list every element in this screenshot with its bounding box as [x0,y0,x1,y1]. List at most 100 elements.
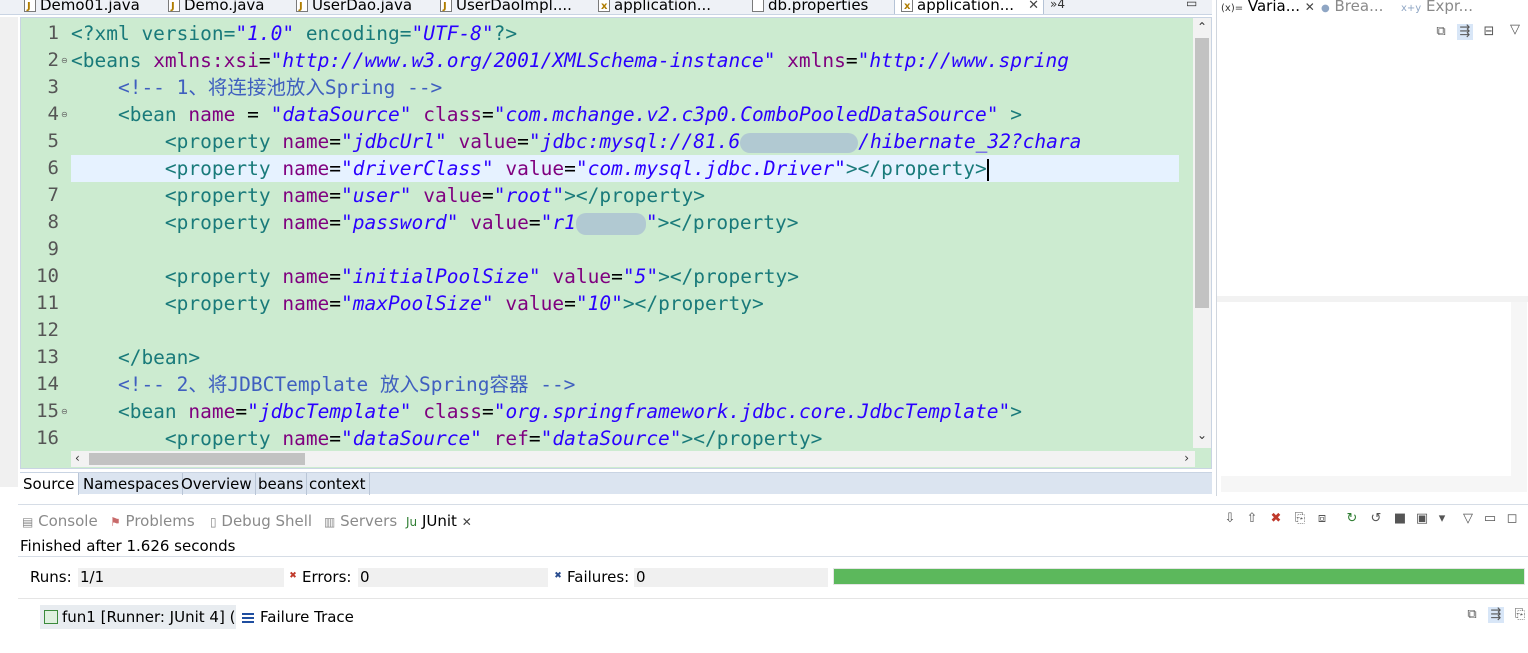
junit-counters: Runs: 1/1 ✖ Errors: 0 ✖ Failures: 0 [18,565,1528,589]
line-number: 6 [47,157,59,179]
code-area[interactable]: <?xml version="1.0" encoding="UTF-8"?> <… [71,18,1179,454]
rerun-failed-first-icon[interactable]: ↺ [1368,511,1384,527]
maximize-icon[interactable]: ◻ [1504,511,1520,527]
tab-db-properties[interactable]: db.properties [746,0,886,14]
code-line-15: <bean name="jdbcTemplate" class="org.spr… [71,400,1023,423]
runs-label: Runs: [30,568,72,586]
filter-stack-trace-icon[interactable]: ⇶ [1488,607,1504,623]
close-tab-icon[interactable]: ✕ [1028,0,1039,14]
code-line-3: <!-- 1、将连接池放入Spring --> [71,76,443,99]
editor-horizontal-scrollbar[interactable]: ‹ › [71,451,1195,467]
xml-file-icon: x [901,0,913,12]
tab-label: db.properties [768,0,869,14]
scroll-left-icon[interactable]: ‹ [75,451,80,465]
fold-toggle-icon[interactable]: ⊖ [61,110,68,119]
tab-console[interactable]: ▤ Console [22,511,98,531]
line-number: 16 [36,427,59,449]
code-line-4: <bean name = "dataSource" class="com.mch… [71,103,1023,126]
variables-panel: (x)= Varia... ✕ ● Brea... x+y Expr... ⧉ … [1216,0,1528,496]
divider [18,556,1528,557]
tab-label: UserDao.java [312,0,413,14]
test-tree-item[interactable]: fun1 [Runner: JUnit 4] (0 [40,605,236,629]
code-line-13: </bean> [71,346,201,369]
view-menu-icon[interactable]: ▽ [1507,22,1523,38]
view-menu-icon[interactable]: ▽ [1460,511,1476,527]
tab-problems[interactable]: ⚑ Problems [110,511,195,531]
minimize-icon[interactable]: ▭ [1186,0,1197,10]
show-failures-only-icon[interactable]: ✖ [1268,511,1284,527]
test-run-session-icon[interactable]: ⧈ [1314,511,1330,527]
test-item-label: fun1 [Runner: JUnit 4] (0 [62,608,236,626]
line-number: 12 [36,319,59,341]
scroll-down-icon[interactable]: ⌄ [1197,428,1207,442]
tab-userdao-java[interactable]: J UserDao.java [290,0,430,14]
junit-results: fun1 [Runner: JUnit 4] (0 Failure Trace … [18,598,1528,653]
tab-demo01-java[interactable]: J Demo01.java [18,0,148,14]
xml-editor[interactable]: 1 2 ⊖ 3 4 ⊖ 5 6 7 8 9 10 11 12 13 14 15 … [20,17,1212,469]
editor-page-tabs: Source Namespaces Overview beans context [20,472,1212,495]
text-caret [986,158,989,181]
runs-value: 1/1 [78,568,284,587]
servers-icon: ▥ [324,515,336,529]
test-history-icon[interactable]: ▣ [1414,511,1430,527]
scrollbar-thumb[interactable] [1195,38,1209,308]
tab-demo-java[interactable]: J Demo.java [162,0,282,14]
tab-beans[interactable]: beans [255,473,308,495]
details-vertical-scrollbar[interactable] [1511,302,1527,492]
close-tab-icon[interactable]: ✕ [462,515,472,529]
console-icon: ▤ [22,515,34,529]
line-number: 3 [47,76,59,98]
tab-breakpoints[interactable]: ● Brea... [1321,0,1383,16]
minimize-icon[interactable]: ▭ [1482,511,1498,527]
tab-source[interactable]: Source [20,473,79,495]
failure-icon: ✖ [554,571,562,581]
tab-junit[interactable]: Ju JUnit ✕ [406,511,472,531]
details-horizontal-scrollbar[interactable] [1221,476,1511,492]
tab-variables[interactable]: (x)= Varia... ✕ [1221,0,1315,16]
bottom-view-tabs: ▤ Console ⚑ Problems ▯ Debug Shell ▥ Ser… [18,504,1528,534]
tab-application-xml-1[interactable]: x application... [592,0,732,14]
stop-icon[interactable]: ■ [1392,511,1408,527]
show-type-names-icon[interactable]: ⧉ [1433,24,1449,40]
line-number: 15 [36,400,59,422]
redacted-ip-blur [740,132,859,153]
tab-debug-shell[interactable]: ▯ Debug Shell [210,511,312,531]
show-logical-structure-icon[interactable]: ⇶ [1457,24,1473,40]
scrollbar-thumb[interactable] [89,453,305,465]
code-line-7: <property name="user" value="root"></pro… [71,184,706,207]
tab-expressions[interactable]: x+y Expr... [1401,0,1473,16]
fold-toggle-icon[interactable]: ⊖ [61,56,68,65]
close-tab-icon[interactable]: ✕ [1305,0,1315,14]
scroll-lock-icon[interactable]: ⎘ [1292,511,1308,527]
rerun-test-icon[interactable]: ↻ [1344,511,1360,527]
scroll-up-icon[interactable]: ⌃ [1197,20,1207,34]
previous-failure-icon[interactable]: ⇧ [1244,511,1260,527]
junit-status: Finished after 1.626 seconds [20,537,236,555]
history-dropdown-icon[interactable]: ▾ [1434,511,1450,527]
failures-value: 0 [634,568,828,587]
code-line-8: <property name="password" value="r1 "></p… [71,211,799,235]
panel-divider[interactable] [1217,296,1528,302]
scroll-right-icon[interactable]: › [1184,451,1189,465]
editor-vertical-scrollbar[interactable]: ⌃ ⌄ [1193,18,1211,448]
breakpoints-icon: ● [1321,3,1330,14]
tab-servers[interactable]: ▥ Servers [324,511,397,531]
tab-application-xml-active[interactable]: x application... ✕ [894,0,1044,14]
fold-toggle-icon[interactable]: ⊖ [61,407,68,416]
compare-result-icon[interactable]: ⧉ [1464,607,1480,623]
tab-overflow-button[interactable]: »4 [1050,0,1065,11]
collapse-all-icon[interactable]: ⊟ [1481,24,1497,40]
tab-userdaoimpl-java[interactable]: J UserDaoImpl.... [434,0,584,14]
copy-trace-icon[interactable]: ⎘ [1512,607,1528,623]
code-line-5: <property name="jdbcUrl" value="jdbc:mys… [71,130,1082,153]
tab-context[interactable]: context [306,473,370,495]
tab-namespaces[interactable]: Namespaces [80,473,184,495]
errors-label: Errors: [302,568,352,586]
code-line-2: <beans xmlns:xsi="http://www.w3.org/2001… [71,49,1069,72]
debug-shell-icon: ▯ [210,515,217,529]
code-line-1: <?xml version="1.0" encoding="UTF-8"?> [71,22,518,45]
tab-overview[interactable]: Overview [178,473,256,495]
line-number: 9 [47,238,59,260]
tab-label: UserDaoImpl.... [456,0,572,14]
next-failure-icon[interactable]: ⇩ [1222,511,1238,527]
